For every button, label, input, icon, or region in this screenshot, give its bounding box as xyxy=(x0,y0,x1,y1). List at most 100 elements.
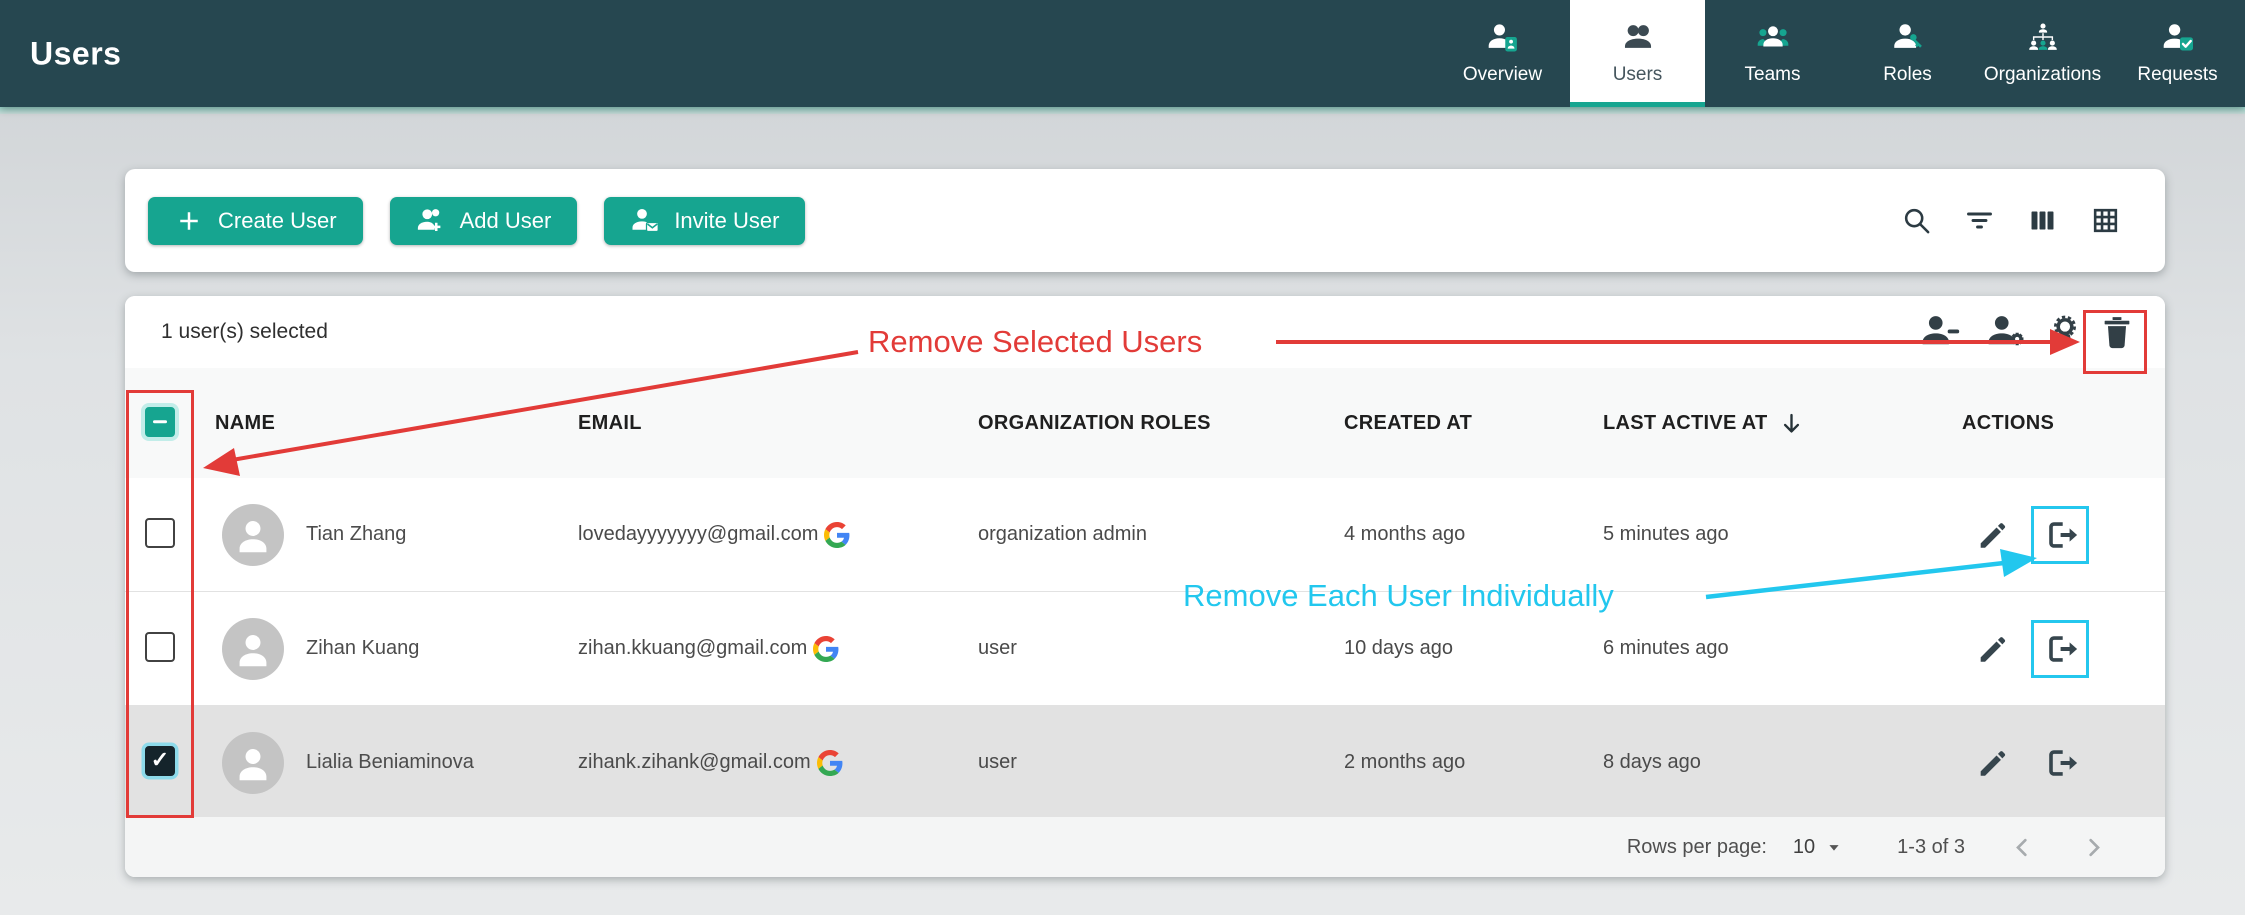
person-settings-icon xyxy=(1986,311,2028,353)
column-header-organization-roles[interactable]: ORGANIZATION ROLES xyxy=(978,412,1344,435)
last-active-at: 5 minutes ago xyxy=(1603,523,1962,546)
tab-label: Overview xyxy=(1463,64,1542,86)
user-email: zihank.zihank@gmail.com xyxy=(578,751,811,774)
tab-organizations[interactable]: Organizations xyxy=(1975,0,2110,107)
avatar-person-icon xyxy=(230,626,276,672)
user-email: lovedayyyyyyy@gmail.com xyxy=(578,523,818,546)
person-remove-icon xyxy=(1920,311,1962,353)
organization-role: organization admin xyxy=(978,523,1344,546)
table-row: Zihan Kuang zihan.kkuang@gmail.com user … xyxy=(125,592,2165,706)
create-user-button[interactable]: Create User xyxy=(148,197,363,245)
invite-user-label: Invite User xyxy=(674,208,779,234)
award-icon xyxy=(2046,313,2084,351)
rows-per-page-value: 10 xyxy=(1793,836,1815,859)
rows-per-page-select[interactable]: 10 xyxy=(1793,836,1845,859)
edit-user-button[interactable] xyxy=(1976,746,2010,780)
remove-user-annotation-box xyxy=(2034,737,2086,789)
selection-count-text: 1 user(s) selected xyxy=(161,320,328,344)
table-row: Tian Zhang lovedayyyyyyy@gmail.com organ… xyxy=(125,478,2165,592)
sort-descending-icon xyxy=(1778,410,1805,437)
grid-view-button[interactable] xyxy=(2090,205,2121,236)
avatar-person-icon xyxy=(230,512,276,558)
chevron-right-icon xyxy=(2080,834,2107,861)
org-tree-icon xyxy=(2026,21,2060,55)
header-accent-strip xyxy=(0,107,2245,114)
logout-icon xyxy=(2042,517,2078,553)
users-table: 1 user(s) selected NAME EMAIL ORGANIZATI… xyxy=(125,296,2165,877)
create-user-label: Create User xyxy=(218,208,337,234)
rows-per-page-label: Rows per page: xyxy=(1627,836,1767,859)
last-active-at: 6 minutes ago xyxy=(1603,637,1962,660)
organization-role: user xyxy=(978,637,1344,660)
tab-overview[interactable]: Overview xyxy=(1435,0,1570,107)
column-header-email[interactable]: EMAIL xyxy=(578,412,978,435)
avatar xyxy=(222,732,284,794)
tab-requests[interactable]: Requests xyxy=(2110,0,2245,107)
edit-user-button[interactable] xyxy=(1976,632,2010,666)
created-at: 4 months ago xyxy=(1344,523,1603,546)
remove-user-annotation-box xyxy=(2034,509,2086,561)
organization-role: user xyxy=(978,751,1344,774)
pagination-range-text: 1-3 of 3 xyxy=(1897,836,1965,859)
row-checkbox[interactable] xyxy=(145,746,175,776)
column-header-created-at[interactable]: CREATED AT xyxy=(1344,412,1603,435)
top-bar: Users Overview Users Teams Roles Organiz… xyxy=(0,0,2245,107)
user-email: zihan.kkuang@gmail.com xyxy=(578,637,807,660)
main-navigation: Overview Users Teams Roles Organizations… xyxy=(1435,0,2245,107)
tab-users[interactable]: Users xyxy=(1570,0,1705,107)
column-header-name[interactable]: NAME xyxy=(205,412,578,435)
table-body: Tian Zhang lovedayyyyyyy@gmail.com organ… xyxy=(125,478,2165,820)
tab-label: Users xyxy=(1613,64,1663,86)
grid-view-icon xyxy=(2090,205,2121,236)
add-user-label: Add User xyxy=(460,208,552,234)
pencil-icon xyxy=(1976,746,2010,780)
user-name: Tian Zhang xyxy=(306,523,406,546)
edit-user-button[interactable] xyxy=(1976,518,2010,552)
next-page-button[interactable] xyxy=(2080,834,2107,861)
created-at: 10 days ago xyxy=(1344,637,1603,660)
logout-icon xyxy=(2042,745,2078,781)
created-at: 2 months ago xyxy=(1344,751,1603,774)
remove-user-button[interactable] xyxy=(2042,517,2078,553)
google-icon xyxy=(824,522,850,548)
person-add-icon xyxy=(416,206,446,236)
remove-user-annotation-box xyxy=(2034,623,2086,675)
assign-role-button[interactable] xyxy=(2046,313,2084,351)
toolbar: Create User Add User Invite User xyxy=(125,169,2165,272)
tab-roles[interactable]: Roles xyxy=(1840,0,1975,107)
remove-from-team-button[interactable] xyxy=(1920,311,1962,353)
caret-down-icon xyxy=(1823,836,1845,858)
filter-button[interactable] xyxy=(1964,205,1995,236)
column-header-last-active-at[interactable]: LAST ACTIVE AT xyxy=(1603,410,1962,437)
remove-user-button[interactable] xyxy=(2042,631,2078,667)
last-active-at: 8 days ago xyxy=(1603,751,1962,774)
delete-selected-users-button[interactable] xyxy=(2098,313,2136,351)
search-icon xyxy=(1901,205,1932,236)
table-view-tools xyxy=(1901,205,2165,236)
people-icon xyxy=(1621,21,1655,55)
previous-page-button[interactable] xyxy=(2009,834,2036,861)
row-checkbox[interactable] xyxy=(145,632,175,662)
selection-bar: 1 user(s) selected xyxy=(125,296,2165,369)
columns-icon xyxy=(2027,205,2058,236)
tab-label: Organizations xyxy=(1984,64,2101,86)
chevron-left-icon xyxy=(2009,834,2036,861)
avatar xyxy=(222,504,284,566)
tab-label: Roles xyxy=(1883,64,1932,86)
table-footer: Rows per page: 10 1-3 of 3 xyxy=(125,817,2165,877)
invite-user-button[interactable]: Invite User xyxy=(604,197,805,245)
search-button[interactable] xyxy=(1901,205,1932,236)
manage-user-settings-button[interactable] xyxy=(1986,311,2028,353)
filter-icon xyxy=(1964,205,1995,236)
row-checkbox[interactable] xyxy=(145,518,175,548)
tab-label: Teams xyxy=(1745,64,1801,86)
team-icon xyxy=(1756,21,1790,55)
page-title: Users xyxy=(30,35,121,72)
add-user-button[interactable]: Add User xyxy=(390,197,578,245)
columns-button[interactable] xyxy=(2027,205,2058,236)
person-badge-icon xyxy=(1486,21,1520,55)
user-name: Zihan Kuang xyxy=(306,637,419,660)
select-all-checkbox[interactable] xyxy=(145,407,175,437)
remove-user-button[interactable] xyxy=(2042,745,2078,781)
tab-teams[interactable]: Teams xyxy=(1705,0,1840,107)
